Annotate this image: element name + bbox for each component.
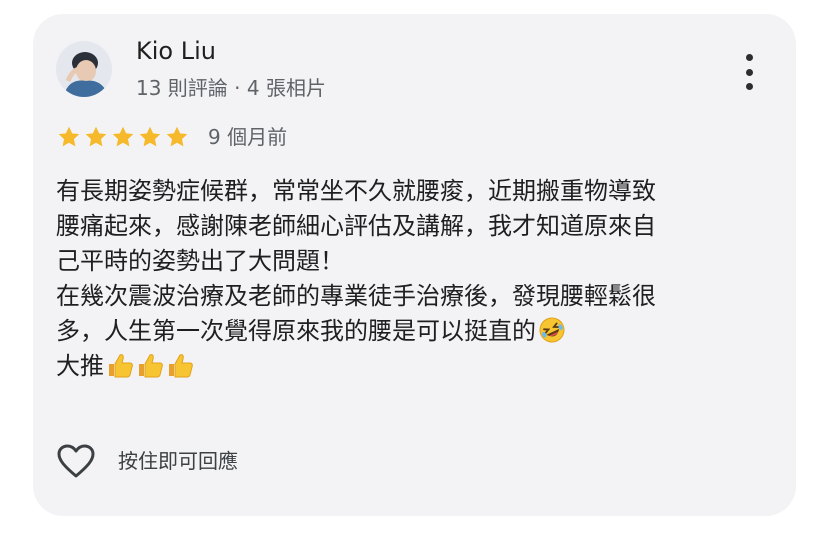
thumbs-up-emoji — [136, 351, 164, 379]
review-line: 腰痛起來，感謝陳老師細心評估及講解，我才知道原來自 — [56, 212, 656, 240]
thumbs-up-emoji — [166, 351, 194, 379]
star-icon — [56, 124, 82, 150]
reviewer-meta: 13 則評論 · 4 張相片 — [136, 76, 326, 100]
heart-outline-icon[interactable] — [56, 443, 96, 479]
review-line: 大推 — [56, 352, 104, 380]
star-icon — [164, 124, 190, 150]
rolling-on-floor-laughing-emoji — [538, 316, 566, 344]
reviewer-name[interactable]: Kio Liu — [136, 35, 216, 67]
star-icon — [83, 124, 109, 150]
star-icon — [137, 124, 163, 150]
review-line: 己平時的姿勢出了大問題！ — [56, 247, 344, 275]
review-line-with-emoji: 多，人生第一次覺得原來我的腰是可以挺直的 — [56, 314, 772, 349]
avatar[interactable] — [56, 41, 112, 97]
review-card: Kio Liu 13 則評論 · 4 張相片 9 個月前 有長期姿勢症候群，常常… — [33, 14, 796, 516]
star-rating — [56, 123, 190, 151]
thumbs-up-emoji — [106, 351, 134, 379]
more-options-icon[interactable] — [731, 50, 767, 94]
reply-hint[interactable]: 按住即可回應 — [118, 447, 238, 475]
review-line: 有長期姿勢症候群，常常坐不久就腰痠，近期搬重物導致 — [56, 177, 656, 205]
star-icon — [110, 124, 136, 150]
review-line: 多，人生第一次覺得原來我的腰是可以挺直的 — [56, 317, 536, 345]
review-time: 9 個月前 — [208, 125, 288, 149]
review-line: 在幾次震波治療及老師的專業徒手治療後，發現腰輕鬆很 — [56, 282, 656, 310]
review-line-with-emoji: 大推 — [56, 349, 772, 384]
review-text: 有長期姿勢症候群，常常坐不久就腰痠，近期搬重物導致 腰痛起來，感謝陳老師細心評估… — [56, 174, 772, 384]
